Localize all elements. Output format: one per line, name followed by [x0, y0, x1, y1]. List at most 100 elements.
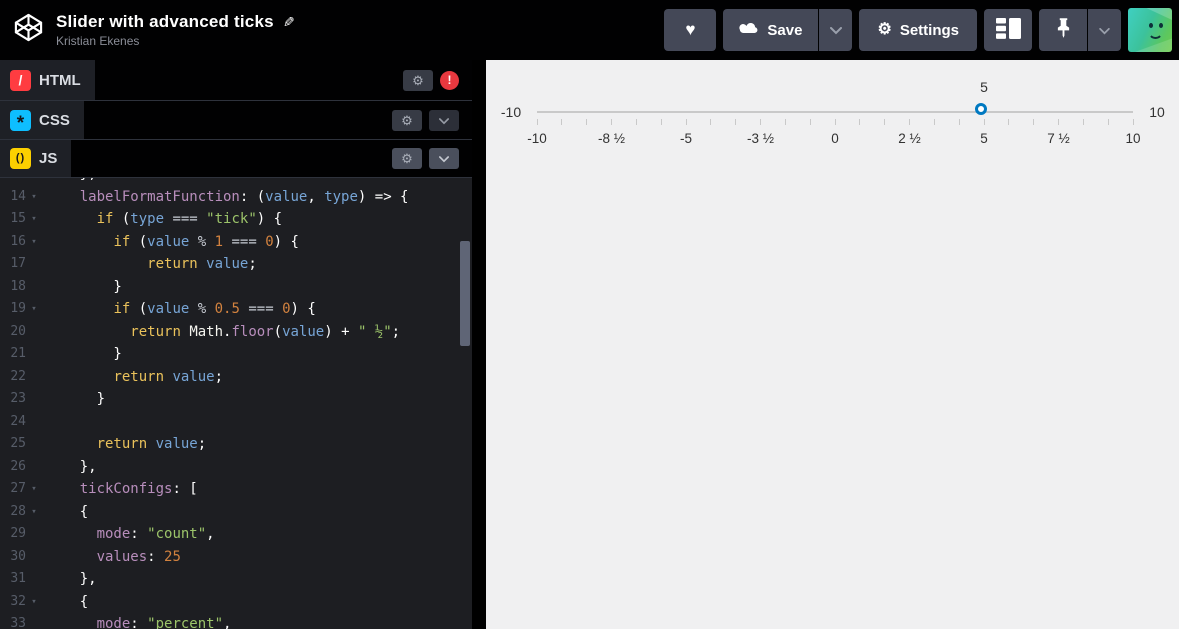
line-number: 29 — [10, 526, 26, 541]
line-number: 16 — [10, 233, 26, 249]
codepen-app: Slider with advanced ticks ✎ Kristian Ek… — [0, 0, 1179, 629]
slider-tick — [536, 119, 538, 125]
code-line-text: if (value % 0.5 === 0) { — [113, 301, 316, 317]
tab-html[interactable]: / HTML — [0, 60, 95, 100]
slider-tick — [859, 119, 861, 125]
code-line-text: } — [46, 391, 106, 407]
slider-tick-label: -8 ½ — [597, 131, 625, 146]
slider-tick — [958, 119, 960, 125]
fold-arrow-icon[interactable]: ▾ — [26, 186, 42, 209]
code-lines: 13 },14▾ labelFormatFunction: (value, ty… — [0, 178, 472, 629]
change-view-button[interactable] — [984, 9, 1032, 51]
editor-scrollbar-thumb[interactable] — [460, 241, 470, 346]
css-editor-header: * CSS ⚙ — [0, 101, 472, 140]
slider-tick — [834, 119, 836, 125]
fold-gutter — [26, 523, 42, 546]
fold-gutter — [26, 366, 42, 389]
css-file-icon: * — [10, 109, 31, 133]
slider-tick — [1033, 119, 1035, 125]
code-line-text: tickConfigs: [ — [79, 481, 198, 497]
css-collapse-button[interactable] — [429, 109, 459, 131]
line-number: 15 — [10, 211, 26, 226]
html-error-badge[interactable]: ! — [440, 70, 459, 90]
save-dropdown-button[interactable] — [819, 9, 853, 51]
code-line: 13 }, — [0, 178, 472, 186]
pin-button-group — [1039, 9, 1121, 51]
chevron-down-icon — [1099, 22, 1110, 39]
code-line: 14 ▾ labelFormatFunction: (value, type) =… — [0, 186, 472, 209]
js-settings-button[interactable]: ⚙ — [392, 148, 422, 169]
user-avatar[interactable] — [1128, 8, 1172, 52]
save-button-group: Save — [723, 9, 853, 51]
tab-css[interactable]: * CSS — [0, 101, 84, 139]
love-button[interactable]: ♥ — [664, 9, 717, 51]
slider-tick — [809, 119, 811, 125]
fold-gutter — [26, 276, 42, 299]
code-line: 27 ▾ tickConfigs: [ — [0, 478, 472, 501]
slider-tick — [710, 119, 712, 125]
fold-gutter — [26, 568, 42, 591]
edit-title-pencil-icon[interactable]: ✎ — [283, 14, 295, 31]
fold-arrow-icon[interactable]: ▾ — [26, 298, 42, 321]
settings-button[interactable]: ⚙ Settings — [859, 9, 977, 51]
line-number: 33 — [10, 616, 26, 629]
slider-tick — [561, 119, 563, 125]
js-editor-header: () JS ⚙ — [0, 140, 472, 178]
code-line-text: return value; — [113, 368, 224, 385]
line-number: 31 — [10, 571, 26, 586]
css-settings-button[interactable]: ⚙ — [392, 109, 422, 131]
heart-icon: ♥ — [685, 20, 696, 39]
slider-tick-label: -3 ½ — [746, 131, 774, 146]
chevron-down-icon — [439, 152, 449, 165]
line-number: 26 — [10, 458, 26, 474]
fold-arrow-icon[interactable]: ▾ — [26, 501, 42, 524]
line-number: 13 — [0, 178, 26, 186]
code-line: 19 ▾ if (value % 0.5 === 0) { — [0, 298, 472, 321]
slider-tick-label: 7 ½ — [1047, 131, 1070, 146]
code-line-text: { — [46, 593, 89, 610]
fold-arrow-icon[interactable]: ▾ — [26, 478, 42, 501]
panel-divider[interactable] — [472, 60, 486, 629]
pin-button[interactable] — [1039, 9, 1087, 51]
slider-tick — [909, 119, 910, 125]
js-collapse-button[interactable] — [429, 148, 459, 169]
slider-tick — [735, 119, 737, 125]
slider-tick — [983, 119, 985, 125]
header: Slider with advanced ticks ✎ Kristian Ek… — [0, 0, 1179, 60]
code-line: 28 ▾ { — [0, 501, 472, 524]
save-button-label: Save — [767, 21, 803, 39]
line-number: 27 — [10, 481, 26, 496]
pin-dropdown-button[interactable] — [1088, 9, 1121, 51]
fold-arrow-icon[interactable]: ▾ — [26, 208, 42, 231]
line-number: 23 — [10, 391, 26, 406]
preview-pane: -10 -10 -8 ½ -5 -3 ½ 0 2 ½ 5 7 ½ 10 5 10 — [486, 60, 1179, 629]
slider-widget: -10 -10 -8 ½ -5 -3 ½ 0 2 ½ 5 7 ½ 10 5 10 — [486, 60, 1179, 230]
slider-handle[interactable] — [975, 103, 987, 115]
slider-tick — [586, 119, 588, 125]
code-line: 22 return value; — [0, 366, 472, 389]
slider-max-label: 10 — [1149, 104, 1165, 120]
line-number: 20 — [10, 323, 26, 339]
code-line-text: return value; — [96, 436, 207, 452]
html-editor-header: / HTML ⚙ ! — [0, 60, 472, 101]
tab-js[interactable]: () JS — [0, 140, 72, 177]
pen-author[interactable]: Kristian Ekenes — [56, 34, 295, 48]
js-code-editor[interactable]: 13 },14▾ labelFormatFunction: (value, ty… — [0, 178, 472, 629]
fold-gutter — [26, 456, 42, 479]
slider-min-label: -10 — [500, 104, 522, 120]
codepen-logo-icon[interactable] — [13, 12, 44, 48]
code-line: 32 ▾ { — [0, 591, 472, 614]
fold-arrow-icon[interactable]: ▾ — [26, 591, 42, 614]
fold-gutter — [26, 321, 42, 344]
line-number: 32 — [10, 593, 26, 609]
save-button[interactable]: Save — [723, 9, 819, 51]
fold-gutter — [26, 433, 42, 456]
fold-arrow-icon[interactable]: ▾ — [26, 231, 42, 254]
code-line-text: values: 25 — [96, 548, 181, 565]
slider-tick — [1008, 119, 1010, 125]
html-settings-button[interactable]: ⚙ — [403, 69, 433, 91]
slider-track[interactable] — [537, 111, 1133, 113]
code-line: 21 } — [0, 343, 472, 366]
fold-gutter — [26, 253, 42, 276]
line-number: 28 — [10, 503, 26, 519]
